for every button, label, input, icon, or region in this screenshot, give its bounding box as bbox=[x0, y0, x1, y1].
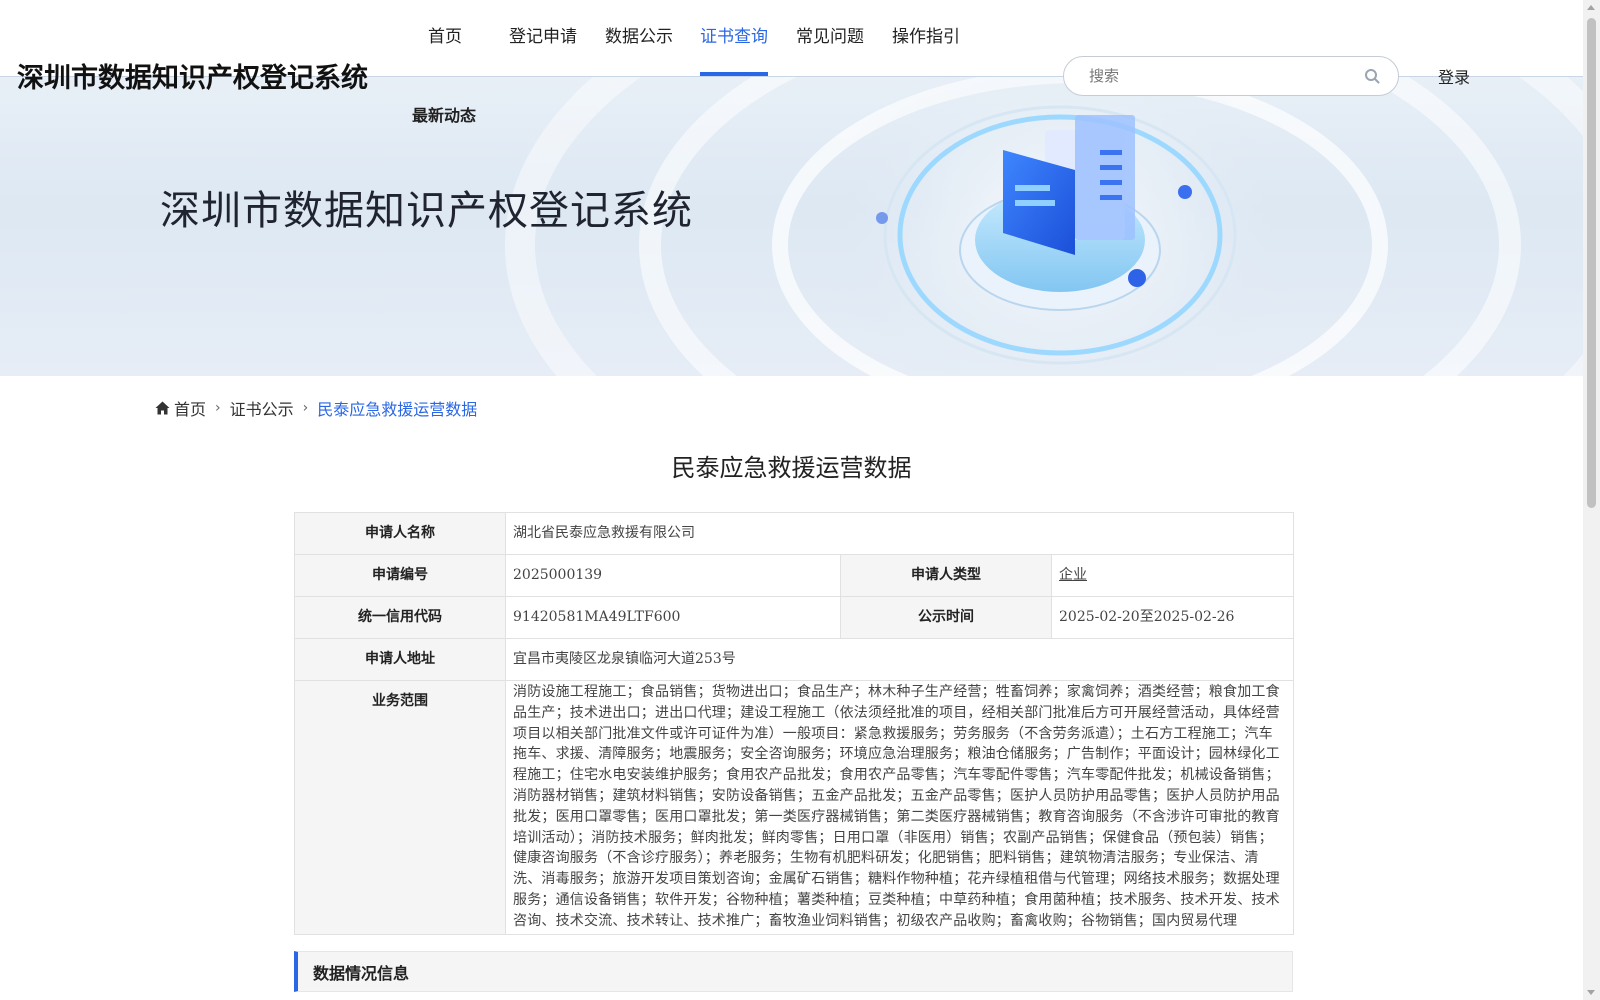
nav-certificate-query[interactable]: 证书查询 bbox=[700, 22, 768, 76]
search-input[interactable] bbox=[1064, 57, 1364, 95]
nav-guide[interactable]: 操作指引 bbox=[892, 22, 960, 76]
scroll-up-icon[interactable] bbox=[1587, 5, 1595, 10]
scroll-down-icon[interactable] bbox=[1587, 990, 1595, 995]
business-scope-label: 业务范围 bbox=[294, 680, 506, 935]
chevron-right-icon: › bbox=[215, 400, 221, 416]
nav-register-apply[interactable]: 登记申请 bbox=[509, 22, 577, 76]
business-scope-value: 消防设施工程施工；食品销售；货物进出口；食品生产；林木种子生产经营；牲畜饲养；家… bbox=[504, 680, 1295, 935]
login-link[interactable]: 登录 bbox=[1438, 64, 1470, 88]
page-title: 民泰应急救援运营数据 bbox=[671, 454, 912, 482]
application-no-value: 2025000139 bbox=[505, 554, 841, 597]
scroll-thumb[interactable] bbox=[1587, 18, 1596, 508]
breadcrumb-home[interactable]: 首页 bbox=[174, 396, 206, 420]
application-no-label: 申请编号 bbox=[294, 554, 506, 597]
nav-latest-news[interactable]: 最新动态 bbox=[412, 102, 476, 126]
search-icon[interactable] bbox=[1364, 68, 1380, 84]
address-label: 申请人地址 bbox=[294, 638, 506, 681]
search-box bbox=[1063, 56, 1399, 96]
nav-home[interactable]: 首页 bbox=[428, 22, 462, 76]
breadcrumb-certificate-publicity[interactable]: 证书公示 bbox=[230, 396, 294, 420]
publicity-time-label: 公示时间 bbox=[840, 596, 1052, 639]
home-icon bbox=[155, 401, 170, 415]
site-title[interactable]: 深圳市数据知识产权登记系统 bbox=[17, 56, 368, 95]
banner-title: 深圳市数据知识产权登记系统 bbox=[160, 188, 693, 234]
table-row: 业务范围 消防设施工程施工；食品销售；货物进出口；食品生产；林木种子生产经营；牲… bbox=[294, 680, 1295, 935]
nav-faq[interactable]: 常见问题 bbox=[796, 22, 864, 76]
applicant-name-label: 申请人名称 bbox=[294, 512, 506, 555]
breadcrumb-current: 民泰应急救援运营数据 bbox=[317, 400, 478, 419]
chevron-right-icon: › bbox=[302, 400, 309, 416]
table-row: 申请人名称 湖北省民泰应急救援有限公司 bbox=[294, 512, 1295, 555]
applicant-type-value: 企业 bbox=[1050, 554, 1295, 597]
publicity-time-value: 2025-02-20至2025-02-26 bbox=[1050, 596, 1295, 639]
breadcrumb: 首页 › 证书公示 › 民泰应急救援运营数据 bbox=[155, 396, 477, 420]
vertical-scrollbar[interactable] bbox=[1583, 0, 1600, 1000]
table-row: 统一信用代码 91420581MA49LTF600 公示时间 2025-02-2… bbox=[294, 596, 1295, 639]
applicant-type-label: 申请人类型 bbox=[840, 554, 1052, 597]
credit-code-label: 统一信用代码 bbox=[294, 596, 506, 639]
applicant-info-table: 申请人名称 湖北省民泰应急救援有限公司 申请编号 2025000139 申请人类… bbox=[294, 512, 1295, 935]
applicant-name-value: 湖北省民泰应急救援有限公司 bbox=[504, 512, 1295, 555]
section-title-data-info: 数据情况信息 bbox=[294, 951, 1293, 992]
table-row: 申请编号 2025000139 申请人类型 企业 bbox=[294, 554, 1295, 597]
nav-data-publicity[interactable]: 数据公示 bbox=[605, 22, 673, 76]
address-value: 宜昌市夷陵区龙泉镇临河大道253号 bbox=[504, 638, 1295, 681]
credit-code-value: 91420581MA49LTF600 bbox=[505, 596, 841, 639]
table-row: 申请人地址 宜昌市夷陵区龙泉镇临河大道253号 bbox=[294, 638, 1295, 681]
